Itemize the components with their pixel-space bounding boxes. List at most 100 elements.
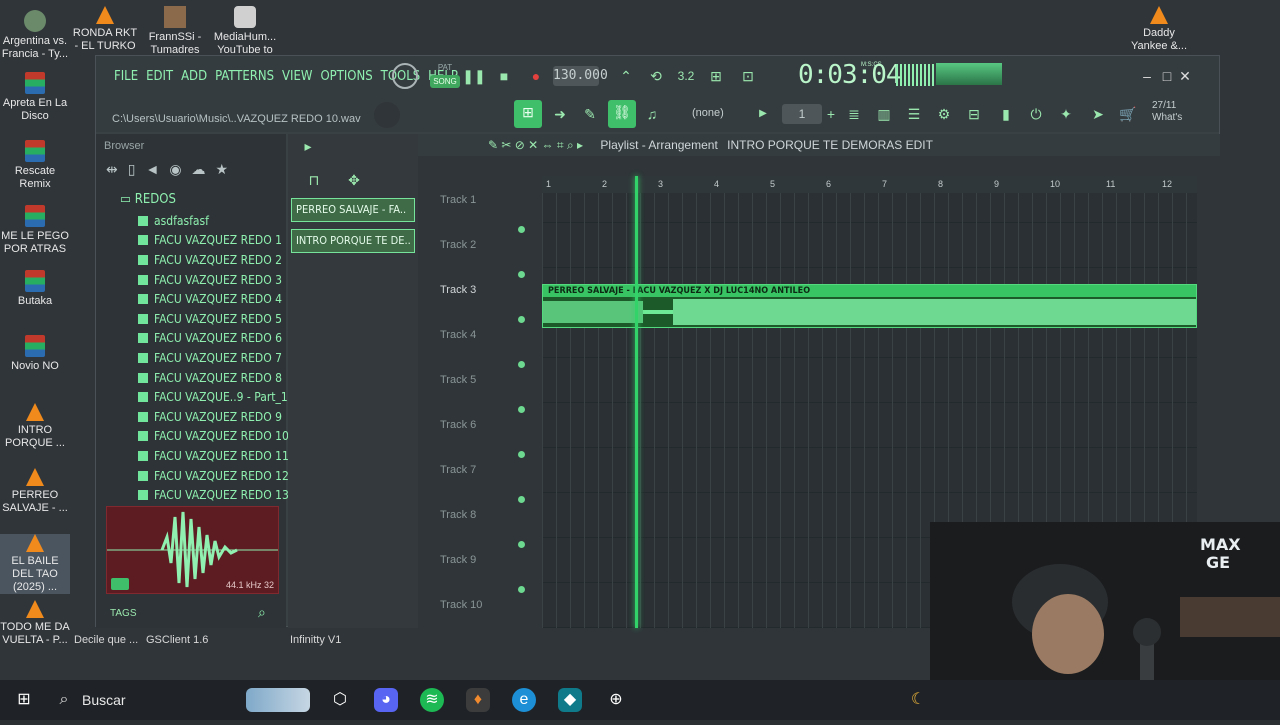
step-edit-icon[interactable]: ⊞ [704, 64, 728, 88]
mixer-icon[interactable]: ≣ [842, 102, 866, 126]
menu-file[interactable]: FILE [112, 69, 140, 84]
desktop-icon-novio[interactable]: Novio NO [0, 335, 70, 373]
minimize-icon[interactable]: – [1138, 64, 1156, 88]
track-label[interactable]: Track 9 [440, 554, 535, 566]
track-label[interactable]: Track 1 [440, 194, 535, 206]
playhead[interactable] [635, 176, 638, 628]
desktop-icon-frannssi[interactable]: FrannSSi - Tumadres [140, 6, 210, 57]
track-mute-led[interactable] [518, 316, 525, 323]
pattern-clip[interactable]: INTRO PORQUE TE DE.. [291, 229, 415, 253]
pattern-move-icon[interactable]: ✥ [342, 168, 366, 192]
plugin-icon[interactable]: ⚙ [932, 102, 956, 126]
desktop-icon-rescate[interactable]: Rescate Remix [0, 140, 70, 191]
list-item[interactable]: FACU VAZQUEZ REDO 3 [138, 270, 289, 290]
track-label[interactable]: Track 2 [440, 239, 535, 251]
tempo-display[interactable]: 130.000 [553, 66, 608, 86]
browser-speaker-icon[interactable]: ◄ [145, 161, 159, 178]
tags-label[interactable]: TAGS [110, 608, 136, 619]
desktop-icon-argentina[interactable]: Argentina vs. Francia - Ty... [0, 10, 70, 61]
track-label[interactable]: Track 3 [440, 284, 535, 296]
metronome-icon[interactable]: ⌃ [614, 64, 638, 88]
desktop-icon-perreo[interactable]: PERREO SALVAJE - ... [0, 468, 70, 515]
track-label[interactable]: Track 4 [440, 329, 535, 341]
pencil-tool-icon[interactable]: ✎ [578, 102, 602, 126]
track-label[interactable]: Track 6 [440, 419, 535, 431]
spotify-icon[interactable]: ≋ [420, 688, 444, 712]
track-label[interactable]: Track 8 [440, 509, 535, 521]
menu-patterns[interactable]: PATTERNS [213, 69, 276, 84]
browser-icon[interactable]: ⊟ [962, 102, 986, 126]
desktop-icon-todo[interactable]: TODO ME DA VUELTA - P... [0, 600, 70, 647]
gsclient-icon[interactable]: ◆ [558, 688, 582, 712]
taskbar-search-label[interactable]: Buscar [82, 692, 126, 708]
search-icon[interactable]: ⌕ [52, 688, 76, 712]
loop-record-icon[interactable]: ⊡ [736, 64, 760, 88]
desktop-icon-gsclient[interactable]: GSClient 1.6 [146, 634, 208, 646]
windows-start-icon[interactable]: ⊞ [12, 688, 36, 712]
step-prev-icon[interactable]: ▶ [756, 102, 770, 126]
news-panel[interactable]: 27/11 What's [1152, 100, 1192, 124]
desktop-icon-mediahuman[interactable]: MediaHum... YouTube to [210, 6, 280, 57]
file-icon[interactable]: ▮ [994, 102, 1018, 126]
play-icon[interactable]: ▸ [296, 134, 320, 158]
browser-file-icon[interactable]: ▯ [128, 161, 136, 178]
sample-preview[interactable]: 44.1 kHz 32 [106, 506, 279, 594]
desktop-icon-decile[interactable]: Decile que ... [74, 634, 138, 646]
desktop-icon-ronda[interactable]: RONDA RKT - EL TURKO [70, 6, 140, 53]
pitch-knob[interactable] [374, 102, 400, 128]
menu-edit[interactable]: EDIT [144, 69, 175, 84]
stop-button[interactable]: ■ [492, 64, 516, 88]
mediahuman-icon[interactable]: ⊕ [604, 688, 628, 712]
preview-play-icon[interactable] [111, 578, 129, 590]
snap-select[interactable]: (none) [692, 107, 724, 119]
browser-star-icon[interactable]: ★ [216, 161, 229, 178]
track-label[interactable]: Track 5 [440, 374, 535, 386]
pattern-name-label[interactable]: INTRO PORQUE TE DEMORAS EDIT [727, 138, 933, 152]
browser-plugin-icon[interactable]: ◉ [169, 161, 181, 178]
pattern-number[interactable]: 1 [782, 104, 822, 124]
song-toggle[interactable]: SONG [430, 75, 460, 88]
track-mute-led[interactable] [518, 541, 525, 548]
track-mute-led[interactable] [518, 586, 525, 593]
pattern-mode-icon[interactable]: ⊓ [302, 168, 326, 192]
track-mute-led[interactable] [518, 451, 525, 458]
master-volume-knob[interactable] [392, 63, 418, 89]
track-label[interactable]: Track 10 [440, 599, 535, 611]
list-item[interactable]: FACU VAZQUEZ REDO 8 [138, 368, 289, 388]
menu-add[interactable]: ADD [179, 69, 209, 84]
plug-icon[interactable]: ⏻ [1024, 102, 1048, 126]
arrow-right-icon[interactable]: ➜ [548, 102, 572, 126]
track-mute-led[interactable] [518, 406, 525, 413]
list-item[interactable]: FACU VAZQUEZ REDO 2 [138, 250, 289, 270]
desktop-icon-infinitty[interactable]: Infinitty V1 [290, 634, 341, 646]
link-tool-icon[interactable]: ⛓ [608, 100, 636, 128]
bell-icon[interactable]: ♫ [640, 102, 664, 126]
menu-view[interactable]: VIEW [280, 69, 314, 84]
close-icon[interactable]: ✕ [1176, 64, 1194, 88]
desktop-icon-mepego[interactable]: ME LE PEGO POR ATRAS [0, 205, 70, 256]
discord-icon[interactable]: ◕ [374, 688, 398, 712]
list-item[interactable]: FACU VAZQUEZ REDO 10 [138, 427, 289, 447]
piano-roll-icon[interactable]: ☰ [902, 102, 926, 126]
maximize-icon[interactable]: □ [1158, 64, 1176, 88]
list-item[interactable]: FACU VAZQUEZ REDO 11 [138, 446, 289, 466]
list-item[interactable]: FACU VAZQUEZ REDO 4 [138, 289, 289, 309]
song-position-time[interactable]: 0:03:04 [798, 60, 902, 90]
record-button[interactable]: ● [524, 64, 548, 88]
playlist-view-button[interactable]: ⊞ [514, 100, 542, 128]
cart-icon[interactable]: 🛒 [1116, 102, 1140, 126]
edge-icon[interactable]: e [512, 688, 536, 712]
audio-clip[interactable]: PERREO SALVAJE - FACU VAZQUEZ X DJ LUC14… [542, 284, 1197, 328]
channel-rack-icon[interactable]: ▥ [872, 102, 896, 126]
menu-options[interactable]: OPTIONS [318, 69, 374, 84]
countdown-icon[interactable]: 3.2 [674, 64, 698, 88]
night-light-icon[interactable]: ☾ [906, 688, 930, 712]
list-item[interactable]: FACU VAZQUEZ REDO 13 [138, 485, 289, 505]
track-mute-led[interactable] [518, 496, 525, 503]
search-icon[interactable]: ⌕ [258, 604, 266, 621]
list-item[interactable]: asdfasfasf [138, 211, 289, 231]
timeline-ruler[interactable]: 1 2 3 4 5 6 7 8 9 10 11 12 [542, 176, 1197, 193]
track-mute-led[interactable] [518, 361, 525, 368]
list-item[interactable]: FACU VAZQUE..9 - Part_1 [138, 387, 289, 407]
fl-studio-icon[interactable]: ♦ [466, 688, 490, 712]
